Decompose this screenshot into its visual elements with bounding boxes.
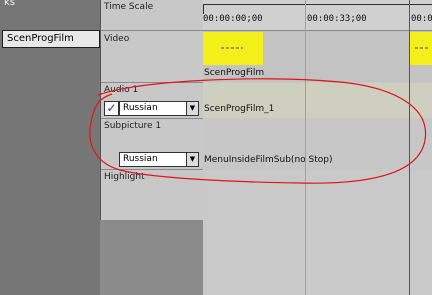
timeline[interactable]: 00:00:00;00 00:00:33;00 00:01 ScenProgFi…	[203, 0, 432, 295]
ruler-line	[203, 4, 432, 5]
audio-track-label: Audio 1	[104, 85, 139, 95]
chevron-down-icon[interactable]: ▼	[186, 102, 198, 115]
video-clip-label: ScenProgFilm	[204, 68, 265, 78]
tree-item-selected[interactable]: ScenProgFilm	[2, 30, 100, 48]
divider	[101, 30, 204, 31]
subpicture-track-label: Subpicture 1	[104, 121, 162, 131]
time-marker-line	[409, 0, 410, 295]
audio-clip-label: ScenProgFilm_1	[204, 104, 275, 114]
subpicture-clip-label: MenuInsideFilmSub(no Stop)	[204, 155, 333, 165]
chevron-down-icon[interactable]: ▼	[186, 153, 198, 166]
highlight-track[interactable]	[203, 170, 432, 295]
project-tree: ks FirstPlayScenProgFilmScenProgFilmScen…	[0, 0, 100, 295]
subpicture-language-value: Russian	[123, 154, 158, 164]
time-gridline	[305, 0, 306, 295]
video-track[interactable]: ScenProgFilm	[203, 31, 432, 82]
audio-language-value: Russian	[123, 103, 158, 113]
highlight-track-label: Highlight	[104, 172, 145, 182]
clip-marker	[415, 47, 429, 49]
tree-item-partial[interactable]: ks	[4, 0, 15, 12]
tick-label: 00:00:33;00	[307, 14, 367, 24]
tick-label: 00:00:00;00	[203, 14, 263, 24]
track-properties-panel: Time Scale Video Audio 1 ✓ Russian ▼ Sub…	[100, 0, 205, 220]
audio-enabled-checkbox[interactable]: ✓	[104, 101, 119, 116]
audio-language-select[interactable]: Russian ▼	[119, 101, 199, 116]
ruler-tick	[203, 4, 204, 14]
tree-item-label: ScenProgFilm	[7, 33, 74, 44]
divider	[101, 169, 204, 170]
video-track-label: Video	[104, 34, 130, 44]
audio-track[interactable]: ScenProgFilm_1	[203, 83, 432, 118]
time-ruler[interactable]: 00:00:00;00 00:00:33;00 00:01	[203, 0, 432, 31]
time-scale-label: Time Scale	[104, 2, 154, 12]
divider	[101, 118, 204, 119]
clip-marker	[221, 47, 243, 49]
tick-label: 00:01	[411, 14, 432, 24]
subpicture-language-select[interactable]: Russian ▼	[119, 152, 199, 167]
divider	[101, 82, 204, 83]
subpicture-track[interactable]: MenuInsideFilmSub(no Stop)	[203, 119, 432, 169]
